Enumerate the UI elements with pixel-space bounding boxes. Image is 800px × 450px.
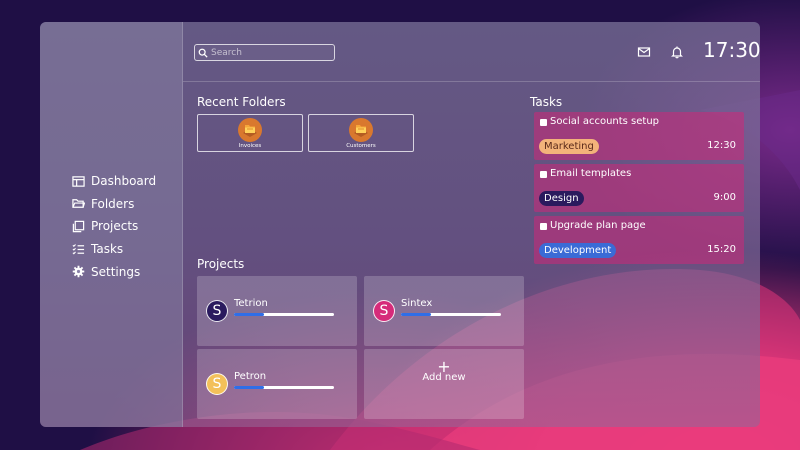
project-name: Petron [234,371,267,382]
task-time: 12:30 [707,140,736,151]
search-box[interactable] [194,44,335,61]
folder-label: Invoices [238,143,262,149]
sidebar-item-label: Tasks [91,242,124,257]
project-progress-bar [234,313,334,316]
top-bar: 17:30 [183,22,760,82]
clock: 17:30 [703,38,760,62]
folder-label: Customers [346,143,376,149]
project-name: Sintex [401,298,433,309]
bell-icon[interactable] [670,44,684,59]
add-new-project-button[interactable]: + Add new [364,349,524,419]
sidebar-item-projects[interactable]: Projects [72,215,156,238]
project-progress-fill [401,313,431,316]
app-window: Dashboard Folders Projects Tasks Setting… [40,22,760,427]
project-progress-fill [234,386,264,389]
task-title: Social accounts setup [550,116,660,127]
folder-icon [238,118,262,142]
sidebar-item-dashboard[interactable]: Dashboard [72,170,156,193]
folder-card-invoices[interactable]: Invoices [197,114,303,152]
tasks-title: Tasks [530,95,563,109]
project-progress-bar [401,313,501,316]
task-time: 9:00 [713,192,736,203]
sidebar-item-folders[interactable]: Folders [72,193,156,216]
tasks-icon [72,243,85,256]
recent-folders-title: Recent Folders [197,95,286,109]
task-title: Upgrade plan page [550,220,646,231]
sidebar-item-label: Folders [91,196,135,211]
mail-icon[interactable] [637,44,651,58]
avatar: S [373,300,395,322]
gear-icon [72,265,85,278]
folder-icon [349,118,373,142]
sidebar-item-settings[interactable]: Settings [72,260,156,283]
task-card: Social accounts setup Marketing 12:30 [534,112,744,160]
task-checkbox[interactable] [540,223,547,230]
search-icon [198,48,208,58]
task-card: Email templates Design 9:00 [534,164,744,212]
task-tag: Design [539,191,584,206]
dashboard-icon [72,175,85,188]
task-checkbox[interactable] [540,171,547,178]
task-time: 15:20 [707,244,736,255]
avatar: S [206,300,228,322]
task-tag: Development [539,243,617,258]
projects-title: Projects [197,257,245,271]
task-checkbox[interactable] [540,119,547,126]
sidebar: Dashboard Folders Projects Tasks Setting… [40,22,183,427]
project-card-sintex[interactable]: S Sintex [364,276,524,346]
search-input[interactable] [211,47,331,58]
project-card-petron[interactable]: S Petron [197,349,357,419]
sidebar-item-tasks[interactable]: Tasks [72,238,156,261]
add-new-label: Add new [422,372,466,383]
sidebar-item-label: Projects [91,219,139,234]
task-tag: Marketing [539,139,599,154]
avatar: S [206,373,228,395]
project-name: Tetrion [234,298,268,309]
sidebar-nav: Dashboard Folders Projects Tasks Setting… [72,170,156,283]
projects-icon [72,220,85,233]
project-card-tetrion[interactable]: S Tetrion [197,276,357,346]
task-title: Email templates [550,168,632,179]
sidebar-item-label: Dashboard [91,174,157,189]
project-progress-bar [234,386,334,389]
folder-icon [72,197,85,210]
project-progress-fill [234,313,264,316]
folder-card-customers[interactable]: Customers [308,114,414,152]
task-card: Upgrade plan page Development 15:20 [534,216,744,264]
sidebar-item-label: Settings [91,264,141,279]
